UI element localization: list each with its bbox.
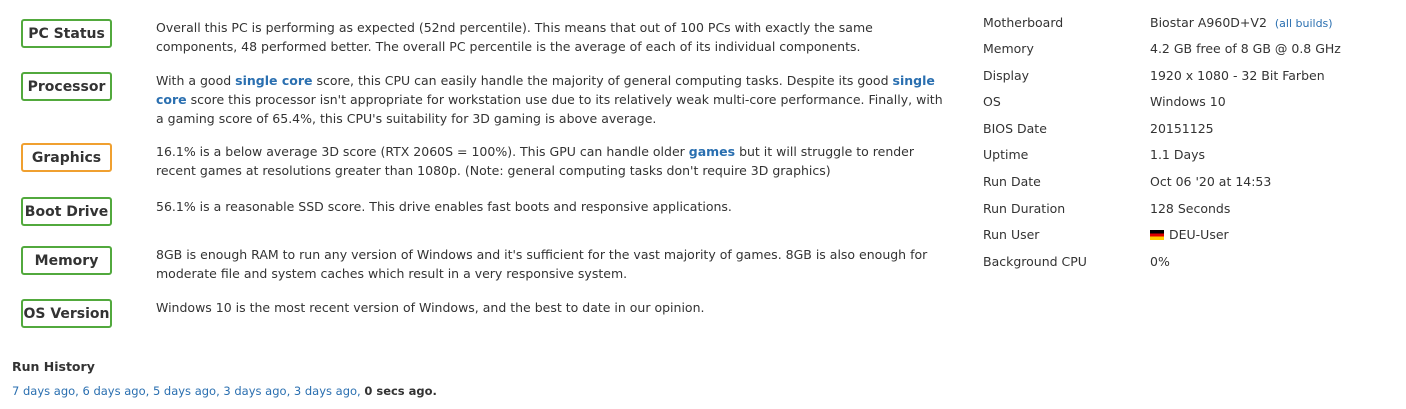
- spec-value: 0%: [1150, 254, 1170, 269]
- spec-os: OS Windows 10: [983, 94, 1403, 120]
- description-text: score, this CPU can easily handle the ma…: [312, 73, 893, 88]
- badge-label: Boot Drive: [24, 203, 109, 220]
- spec-background-cpu: Background CPU 0%: [983, 254, 1403, 280]
- history-link[interactable]: 7 days ago: [12, 384, 75, 398]
- description-text: 16.1% is a below average 3D score (RTX 2…: [156, 144, 689, 159]
- badge-memory[interactable]: Memory: [21, 246, 112, 275]
- germany-flag-icon: [1150, 230, 1164, 240]
- run-history-title: Run History: [12, 359, 95, 374]
- spec-value: 128 Seconds: [1150, 201, 1231, 216]
- spec-label: Display: [983, 68, 1030, 83]
- description-text: Overall this PC is performing as expecte…: [156, 20, 873, 54]
- badge-processor[interactable]: Processor: [21, 72, 112, 101]
- spec-label: Run Date: [983, 174, 1041, 189]
- badge-pc-status[interactable]: PC Status: [21, 19, 112, 48]
- spec-value: Oct 06 '20 at 14:53: [1150, 174, 1272, 189]
- badge-graphics[interactable]: Graphics: [21, 143, 112, 172]
- spec-run-date: Run Date Oct 06 '20 at 14:53: [983, 174, 1403, 200]
- spec-run-duration: Run Duration 128 Seconds: [983, 201, 1403, 227]
- inline-link[interactable]: single core: [235, 73, 312, 88]
- description-pc-status: Overall this PC is performing as expecte…: [156, 18, 946, 56]
- spec-value: 4.2 GB free of 8 GB @ 0.8 GHz: [1150, 41, 1341, 56]
- spec-label: BIOS Date: [983, 121, 1047, 136]
- spec-label: OS: [983, 94, 1001, 109]
- run-history-links: 7 days ago, 6 days ago, 5 days ago, 3 da…: [12, 384, 437, 398]
- spec-motherboard: Motherboard Biostar A960D+V2 (all builds…: [983, 15, 1403, 41]
- spec-label: Memory: [983, 41, 1034, 56]
- spec-uptime: Uptime 1.1 Days: [983, 147, 1403, 173]
- spec-run-user: Run User DEU-User: [983, 227, 1403, 253]
- description-os-version: Windows 10 is the most recent version of…: [156, 298, 946, 317]
- description-text: 56.1% is a reasonable SSD score. This dr…: [156, 199, 732, 214]
- spec-value: Windows 10: [1150, 94, 1226, 109]
- spec-label: Motherboard: [983, 15, 1064, 30]
- spec-label: Uptime: [983, 147, 1029, 162]
- history-link[interactable]: 5 days ago: [153, 384, 216, 398]
- badge-label: PC Status: [28, 25, 105, 42]
- spec-value: 1.1 Days: [1150, 147, 1206, 162]
- history-link[interactable]: 6 days ago: [82, 384, 145, 398]
- spec-label: Background CPU: [983, 254, 1087, 269]
- spec-label: Run Duration: [983, 201, 1066, 216]
- spec-label: Run User: [983, 227, 1040, 242]
- spec-value: Biostar A960D+V2 (all builds): [1150, 15, 1333, 30]
- spec-bios-date: BIOS Date 20151125: [983, 121, 1403, 147]
- description-text: 8GB is enough RAM to run any version of …: [156, 247, 928, 281]
- spec-memory: Memory 4.2 GB free of 8 GB @ 0.8 GHz: [983, 41, 1403, 67]
- description-graphics: 16.1% is a below average 3D score (RTX 2…: [156, 142, 946, 180]
- description-memory: 8GB is enough RAM to run any version of …: [156, 245, 946, 283]
- spec-value: 1920 x 1080 - 32 Bit Farben: [1150, 68, 1325, 83]
- badge-label: Memory: [34, 252, 99, 269]
- description-text: Windows 10 is the most recent version of…: [156, 300, 705, 315]
- inline-link[interactable]: games: [689, 144, 735, 159]
- all-builds-link[interactable]: (all builds): [1275, 17, 1333, 30]
- history-current: 0 secs ago.: [364, 384, 437, 398]
- spec-value: 20151125: [1150, 121, 1214, 136]
- spec-display: Display 1920 x 1080 - 32 Bit Farben: [983, 68, 1403, 94]
- badge-boot-drive[interactable]: Boot Drive: [21, 197, 112, 226]
- badge-os-version[interactable]: OS Version: [21, 299, 112, 328]
- badge-label: OS Version: [23, 305, 110, 322]
- history-link[interactable]: 3 days ago: [294, 384, 357, 398]
- description-processor: With a good single core score, this CPU …: [156, 71, 946, 128]
- badge-label: Processor: [27, 78, 106, 95]
- description-boot-drive: 56.1% is a reasonable SSD score. This dr…: [156, 197, 946, 216]
- description-text: score this processor isn't appropriate f…: [156, 92, 943, 126]
- history-link[interactable]: 3 days ago: [223, 384, 286, 398]
- spec-value: DEU-User: [1150, 227, 1229, 242]
- description-text: With a good: [156, 73, 236, 88]
- badge-label: Graphics: [31, 149, 102, 166]
